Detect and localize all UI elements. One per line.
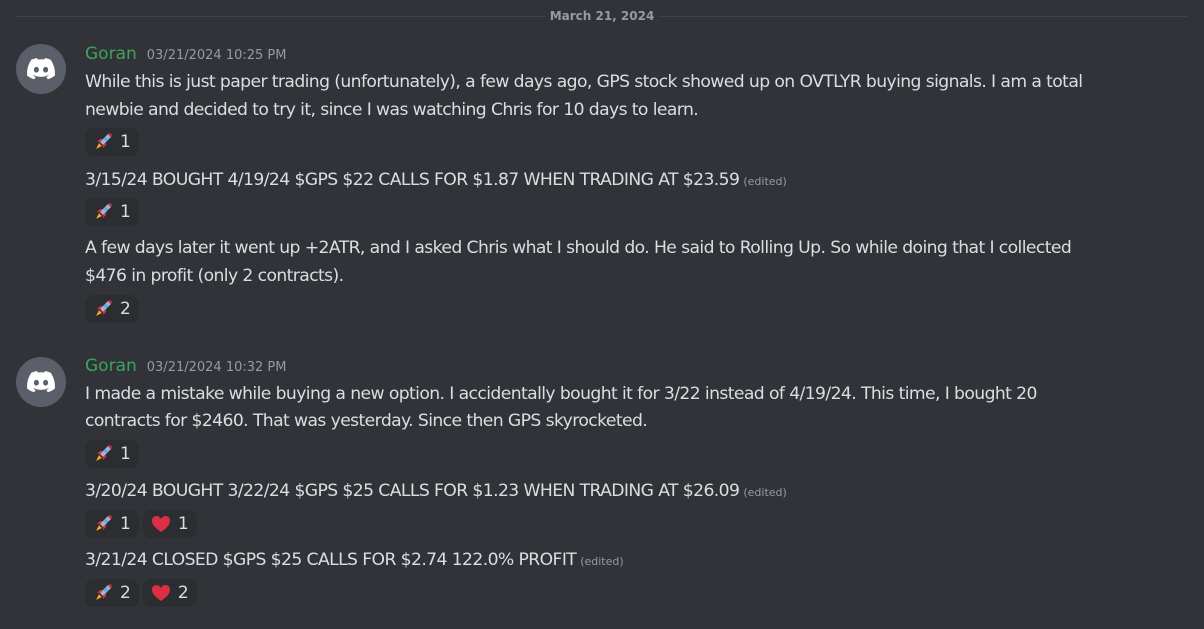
heart-emoji-icon [151,585,170,601]
message-text: I made a mistake while buying a new opti… [85,384,1037,404]
date-divider: March 21, 2024 [0,8,1204,24]
reaction-rocket[interactable]: 1 [85,128,139,156]
reaction-rocket[interactable]: 2 [85,295,139,323]
rocket-emoji-icon [96,300,112,316]
rocket-emoji-icon [96,203,112,219]
message-text: $476 in profit (only 2 contracts). [85,266,344,286]
message-header: Goran 03/21/2024 10:32 PM [85,356,286,376]
edited-label: (edited) [580,555,624,568]
rocket-emoji-icon [96,445,112,461]
reaction-count: 2 [120,583,131,603]
reaction-bar: 1 [85,198,139,226]
username[interactable]: Goran [85,44,137,64]
reaction-rocket[interactable]: 1 [85,510,139,538]
message-text: A few days later it went up +2ATR, and I… [85,238,1072,258]
message-text-content: 3/20/24 BOUGHT 3/22/24 $GPS $25 CALLS FO… [85,481,740,501]
message-text: 3/20/24 BOUGHT 3/22/24 $GPS $25 CALLS FO… [85,477,1185,507]
timestamp[interactable]: 03/21/2024 10:25 PM [147,48,287,63]
rocket-emoji-icon [96,133,112,149]
reaction-bar: 1 1 [85,510,197,538]
reaction-bar: 1 [85,128,139,156]
reaction-rocket[interactable]: 1 [85,440,139,468]
edited-label: (edited) [743,175,787,188]
message-text-content: 3/21/24 CLOSED $GPS $25 CALLS FOR $2.74 … [85,550,577,570]
message-header: Goran 03/21/2024 10:25 PM [85,44,286,64]
message-text: newbie and decided to try it, since I wa… [85,100,699,120]
username[interactable]: Goran [85,356,137,376]
avatar[interactable] [16,44,66,94]
message-text: contracts for $2460. That was yesterday.… [85,411,648,431]
reaction-rocket[interactable]: 1 [85,198,139,226]
reaction-heart[interactable]: 1 [142,510,197,538]
message-text: 3/21/24 CLOSED $GPS $25 CALLS FOR $2.74 … [85,546,1185,576]
rocket-emoji-icon [96,584,112,600]
timestamp[interactable]: 03/21/2024 10:32 PM [147,360,287,375]
avatar[interactable] [16,357,66,407]
reaction-count: 2 [177,583,189,603]
date-divider-label: March 21, 2024 [545,9,659,23]
message-text: 3/15/24 BOUGHT 4/19/24 $GPS $22 CALLS FO… [85,166,1185,196]
edited-label: (edited) [743,486,787,499]
message-text-content: 3/15/24 BOUGHT 4/19/24 $GPS $22 CALLS FO… [85,170,740,190]
reaction-count: 1 [120,444,131,464]
reaction-rocket[interactable]: 2 [85,579,139,607]
rocket-emoji-icon [96,515,112,531]
reaction-count: 1 [120,202,131,222]
discord-logo-icon [27,371,55,393]
reaction-count: 1 [177,514,189,534]
discord-logo-icon [27,58,55,80]
reaction-bar: 1 [85,440,139,468]
reaction-bar: 2 [85,295,139,323]
heart-emoji-icon [151,516,170,532]
reaction-count: 1 [120,132,131,152]
reaction-count: 1 [120,514,131,534]
reaction-heart[interactable]: 2 [142,579,197,607]
message-text: While this is just paper trading (unfort… [85,72,1083,92]
reaction-count: 2 [120,299,131,319]
reaction-bar: 2 2 [85,579,197,607]
